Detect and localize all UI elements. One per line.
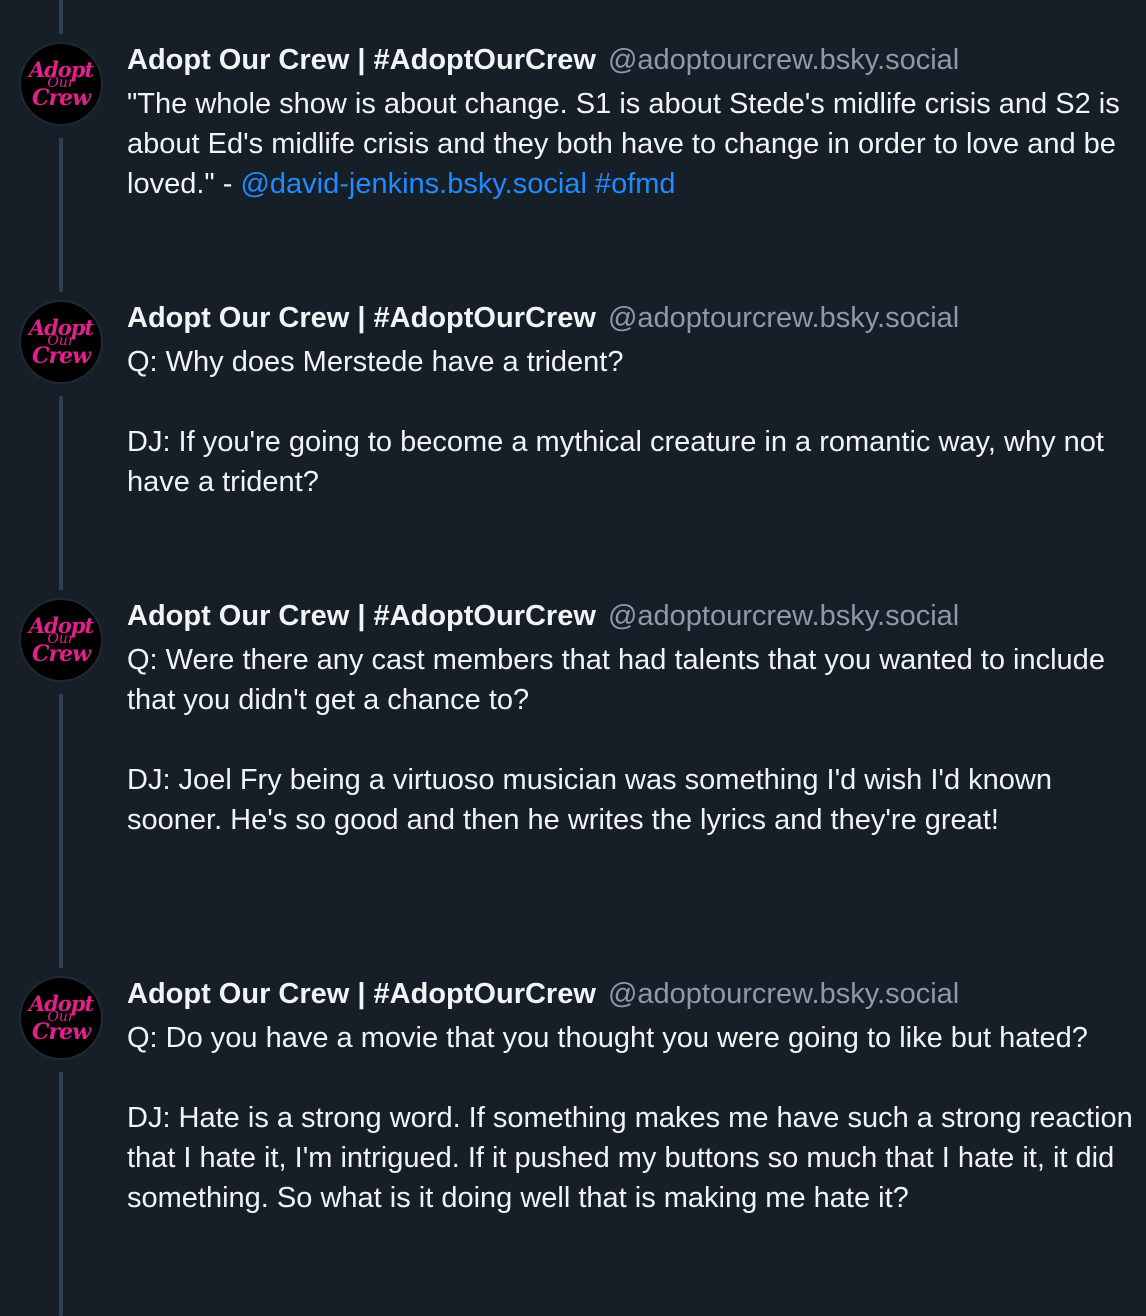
author-avatar[interactable]: Adopt Our Crew [21,600,101,680]
avatar-text: Crew [31,641,91,668]
post-header: Adopt Our Crew | #AdoptOurCrew @adoptour… [127,42,1138,78]
question-text: Q: Were there any cast members that had … [127,644,1105,716]
author-display-name[interactable]: Adopt Our Crew | #AdoptOurCrew [127,44,596,76]
thread-line-2 [59,396,63,590]
post-header: Adopt Our Crew | #AdoptOurCrew @adoptour… [127,976,1138,1012]
author-handle[interactable]: @adoptourcrew.bsky.social [608,600,959,632]
post-text: Q: Do you have a movie that you thought … [127,1018,1138,1218]
post-content: Adopt Our Crew | #AdoptOurCrew @adoptour… [127,44,1138,204]
post-text: Q: Were there any cast members that had … [127,640,1138,840]
question-text: Q: Why does Merstede have a trident? [127,346,624,378]
author-display-name[interactable]: Adopt Our Crew | #AdoptOurCrew [127,600,596,632]
author-handle[interactable]: @adoptourcrew.bsky.social [608,44,959,76]
answer-text: DJ: Joel Fry being a virtuoso musician w… [127,764,1052,836]
author-display-name[interactable]: Adopt Our Crew | #AdoptOurCrew [127,978,596,1010]
question-text: Q: Do you have a movie that you thought … [127,1022,1088,1054]
thread-line-top [59,0,63,34]
author-avatar[interactable]: Adopt Our Crew [21,302,101,382]
hashtag-link[interactable]: #ofmd [595,168,676,200]
answer-text: DJ: If you're going to become a mythical… [127,426,1104,498]
mention-link[interactable]: @david-jenkins.bsky.social [240,168,586,200]
avatar-text: Crew [31,85,91,112]
author-avatar[interactable]: Adopt Our Crew [21,978,101,1058]
avatar-text: Crew [31,1019,91,1046]
author-avatar[interactable]: Adopt Our Crew [21,44,101,124]
post-text: Q: Why does Merstede have a trident? DJ:… [127,342,1138,502]
answer-text: DJ: Hate is a strong word. If something … [127,1102,1133,1214]
post-content: Adopt Our Crew | #AdoptOurCrew @adoptour… [127,600,1138,840]
post-text: "The whole show is about change. S1 is a… [127,84,1138,204]
thread-line-3 [59,694,63,968]
post-content: Adopt Our Crew | #AdoptOurCrew @adoptour… [127,302,1138,502]
author-handle[interactable]: @adoptourcrew.bsky.social [608,302,959,334]
author-handle[interactable]: @adoptourcrew.bsky.social [608,978,959,1010]
thread-line-1 [59,138,63,292]
thread-line-4 [59,1072,63,1316]
post-content: Adopt Our Crew | #AdoptOurCrew @adoptour… [127,978,1138,1218]
post-header: Adopt Our Crew | #AdoptOurCrew @adoptour… [127,300,1138,336]
post-header: Adopt Our Crew | #AdoptOurCrew @adoptour… [127,598,1138,634]
author-display-name[interactable]: Adopt Our Crew | #AdoptOurCrew [127,302,596,334]
avatar-text: Crew [31,343,91,370]
